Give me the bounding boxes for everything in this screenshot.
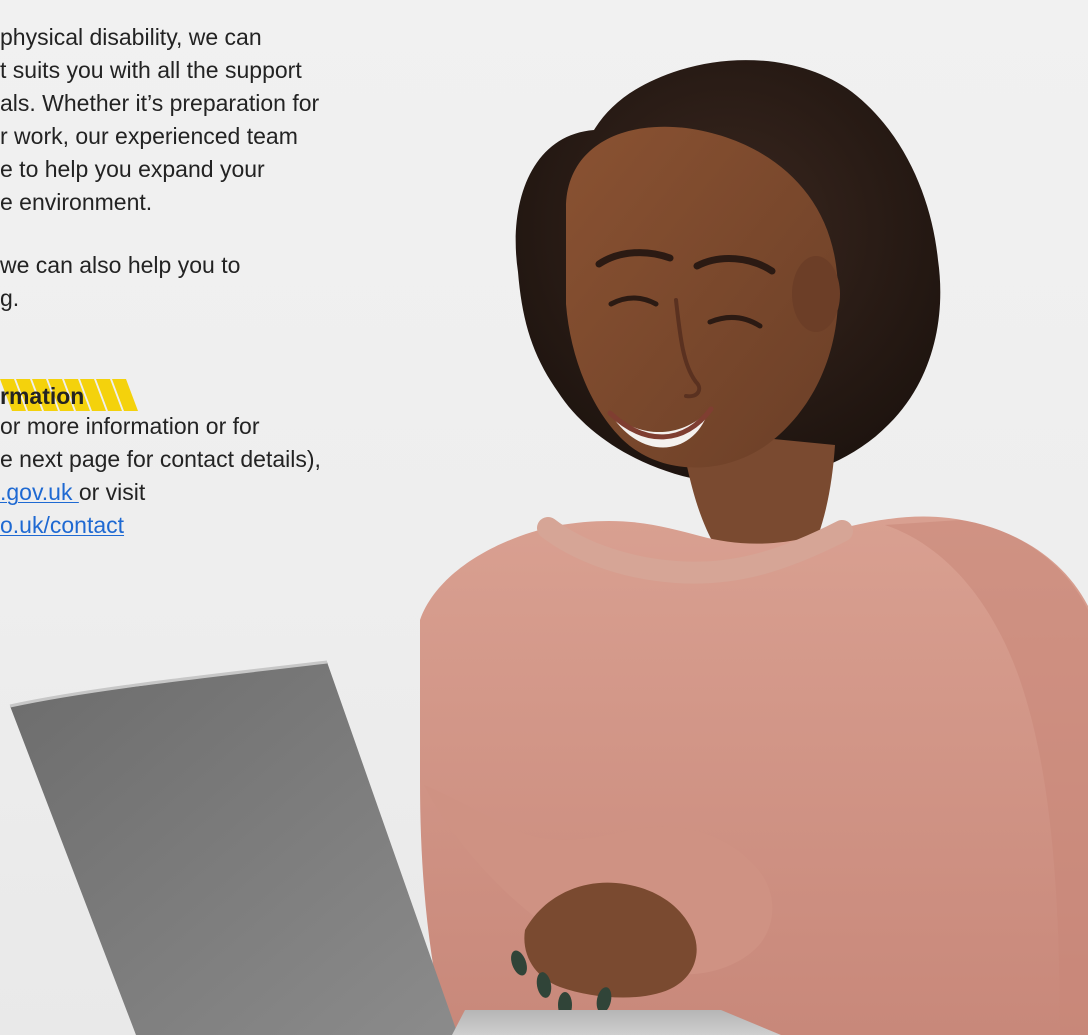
laptop-lid-shape — [10, 662, 458, 1035]
body-text-line: g. — [0, 285, 20, 311]
body-text-line: als. Whether it’s preparation for — [0, 90, 320, 116]
contact-page-link[interactable]: o.uk/contact — [0, 512, 124, 538]
brochure-page: physical disability, we can t suits you … — [0, 0, 1088, 1035]
body-text-line: physical disability, we can — [0, 24, 262, 50]
body-text-line: e to help you expand your — [0, 156, 265, 182]
section-heading: rmation — [0, 383, 85, 409]
body-text-line: r work, our experienced team — [0, 123, 298, 149]
or-visit-text: or visit — [78, 479, 146, 505]
contact-text-line: .gov.uk or visit — [0, 478, 145, 506]
body-text-line: we can also help you to — [0, 252, 241, 278]
body-text-line: t suits you with all the support — [0, 57, 302, 83]
contact-text-line: e next page for contact details), — [0, 446, 321, 472]
contact-text-line: or more information or for — [0, 413, 260, 439]
body-text-line: e environment. — [0, 189, 153, 215]
contact-text-line: o.uk/contact — [0, 511, 124, 539]
ear-shape — [792, 256, 840, 332]
gov-email-link[interactable]: .gov.uk — [0, 479, 79, 505]
